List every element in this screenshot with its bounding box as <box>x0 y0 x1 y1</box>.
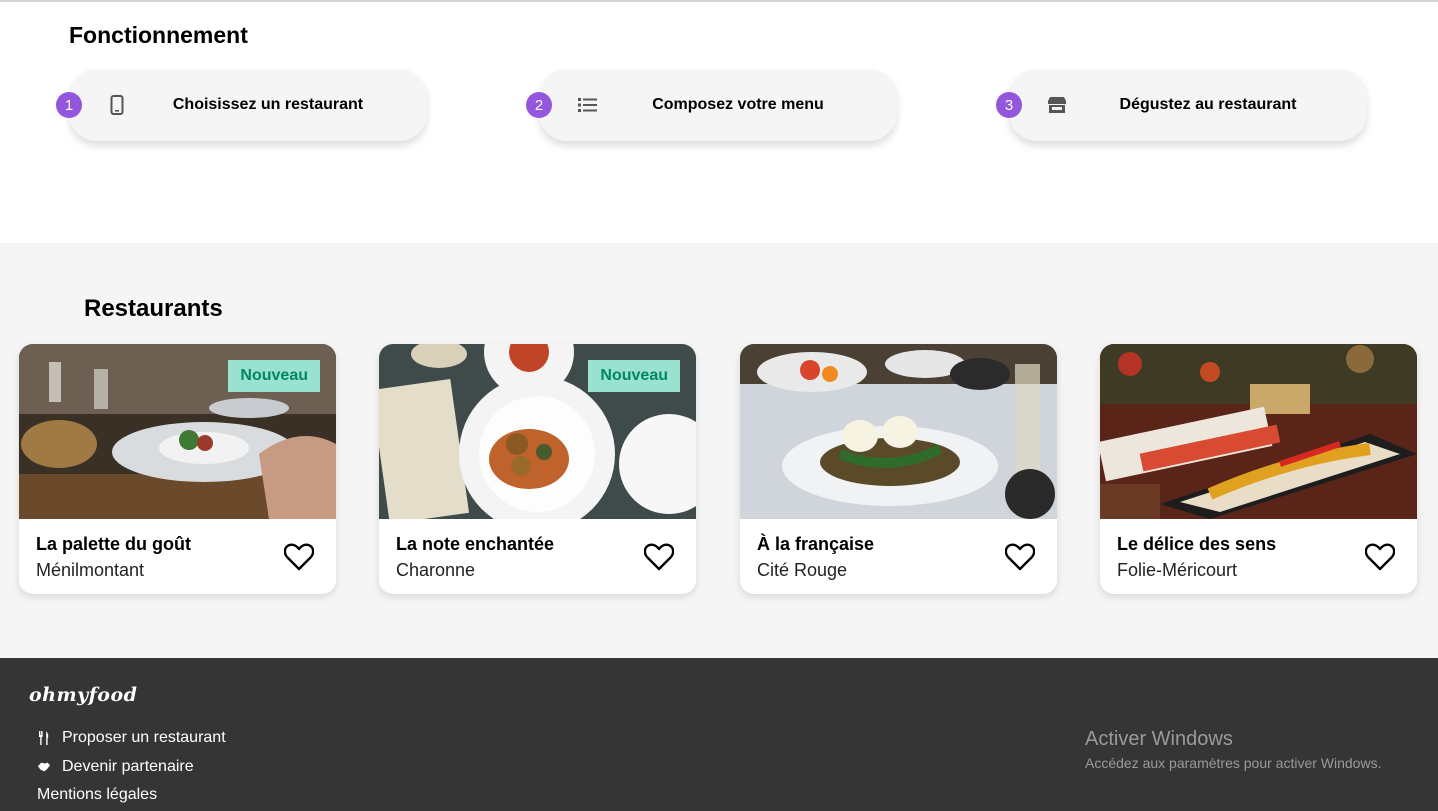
restaurant-card[interactable]: Le délice des sens Folie-Méricourt <box>1100 344 1417 594</box>
heart-icon[interactable] <box>1005 543 1035 571</box>
restaurant-card[interactable]: À la française Cité Rouge <box>740 344 1057 594</box>
step-label: Composez votre menu <box>652 96 824 113</box>
step-label: Choisissez un restaurant <box>172 96 364 113</box>
restaurant-photo: Nouveau <box>379 344 696 519</box>
restaurant-photo: Nouveau <box>19 344 336 519</box>
restaurant-card[interactable]: Nouveau La palette du goût Ménilmontant <box>19 344 336 594</box>
step-enjoy-restaurant[interactable]: 3 Dégustez au restaurant <box>996 69 1367 141</box>
footer: ohmyfood Proposer un restaurant Devenir … <box>0 658 1438 811</box>
windows-activation-watermark: Activer Windows Accédez aux paramètres p… <box>1085 728 1381 771</box>
footer-link-label: Devenir partenaire <box>62 758 194 775</box>
footer-link-become-partner[interactable]: Devenir partenaire <box>37 758 194 776</box>
restaurant-name: À la française <box>757 534 875 554</box>
utensils-icon <box>37 731 51 745</box>
restaurant-name: La note enchantée <box>396 534 555 554</box>
heart-icon[interactable] <box>644 543 674 571</box>
watermark-subtitle: Accédez aux paramètres pour activer Wind… <box>1085 755 1382 771</box>
step-choose-restaurant[interactable]: 1 Choisissez un restaurant <box>56 69 427 141</box>
how-it-works-section: Fonctionnement 1 Choisissez un restauran… <box>0 2 1438 243</box>
footer-link-propose-restaurant[interactable]: Proposer un restaurant <box>37 729 226 747</box>
restaurant-name: La palette du goût <box>36 534 191 554</box>
new-badge: Nouveau <box>228 360 320 392</box>
footer-link-legal-notice[interactable]: Mentions légales <box>37 786 157 804</box>
restaurant-location: Folie-Méricourt <box>1117 560 1238 580</box>
restaurant-location: Cité Rouge <box>757 560 848 580</box>
watermark-title: Activer Windows <box>1085 728 1233 750</box>
section-title: Fonctionnement <box>69 22 248 48</box>
footer-link-label: Proposer un restaurant <box>62 729 226 746</box>
restaurant-photo <box>740 344 1057 519</box>
section-title: Restaurants <box>84 295 223 322</box>
heart-icon[interactable] <box>284 543 314 571</box>
heart-icon[interactable] <box>1365 543 1395 571</box>
restaurant-name: Le délice des sens <box>1117 534 1277 554</box>
restaurant-card[interactable]: Nouveau La note enchantée Charonne <box>379 344 696 594</box>
footer-logo[interactable]: ohmyfood <box>29 684 137 706</box>
step-label: Dégustez au restaurant <box>1119 96 1297 113</box>
step-compose-menu[interactable]: 2 Composez votre menu <box>526 69 897 141</box>
restaurants-section: Restaurants Nouveau La palette du goût M… <box>0 243 1438 658</box>
handshake-icon <box>37 760 51 774</box>
new-badge: Nouveau <box>588 360 680 392</box>
restaurant-photo <box>1100 344 1417 519</box>
footer-link-label: Mentions légales <box>37 786 158 803</box>
restaurant-location: Charonne <box>396 560 476 580</box>
restaurant-location: Ménilmontant <box>36 560 145 580</box>
